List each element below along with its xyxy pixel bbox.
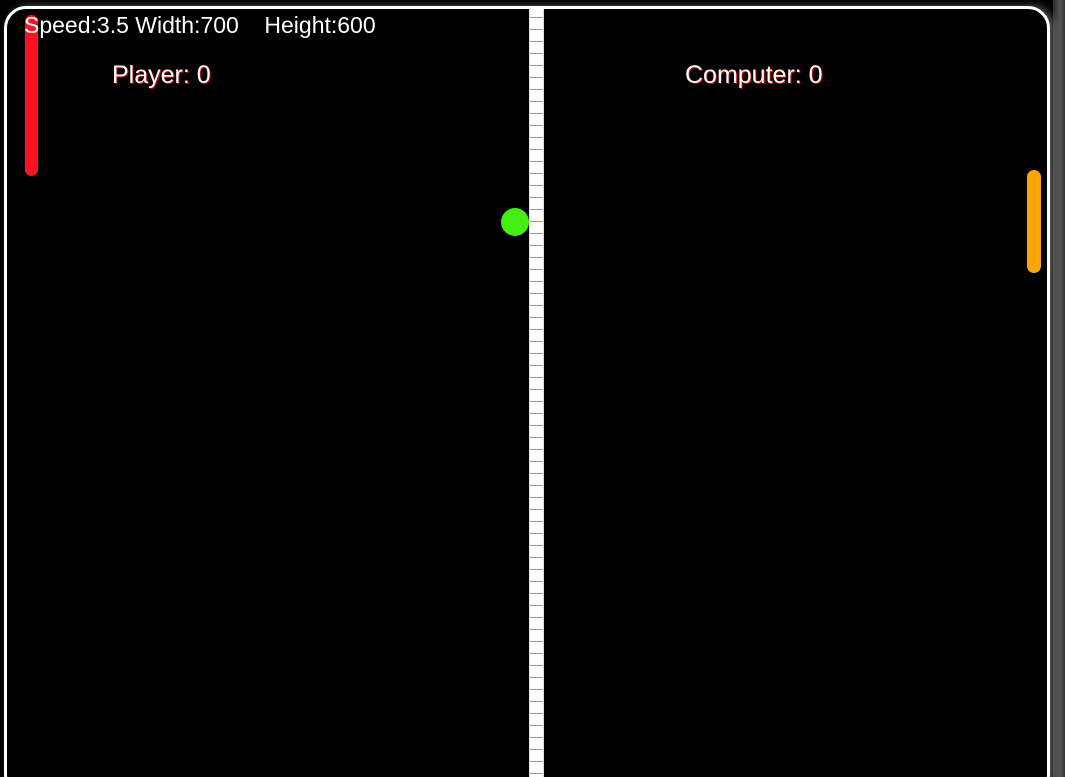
center-net <box>529 9 544 777</box>
game-screen: Speed:3.5 Width:700 Height:600 Player: 0… <box>0 0 1065 777</box>
computer-paddle <box>1027 170 1041 273</box>
game-canvas[interactable]: Speed:3.5 Width:700 Height:600 Player: 0… <box>4 6 1050 777</box>
player-paddle <box>25 15 38 176</box>
width-readout: Width:700 <box>135 12 239 38</box>
player-score: Player: 0 <box>112 61 211 89</box>
debug-info: Speed:3.5 Width:700 Height:600 <box>24 12 376 38</box>
height-readout: Height:600 <box>264 12 376 38</box>
ball <box>501 208 529 236</box>
speed-readout: Speed:3.5 <box>24 12 129 38</box>
computer-score: Computer: 0 <box>685 61 823 89</box>
page-backdrop <box>1053 0 1065 777</box>
